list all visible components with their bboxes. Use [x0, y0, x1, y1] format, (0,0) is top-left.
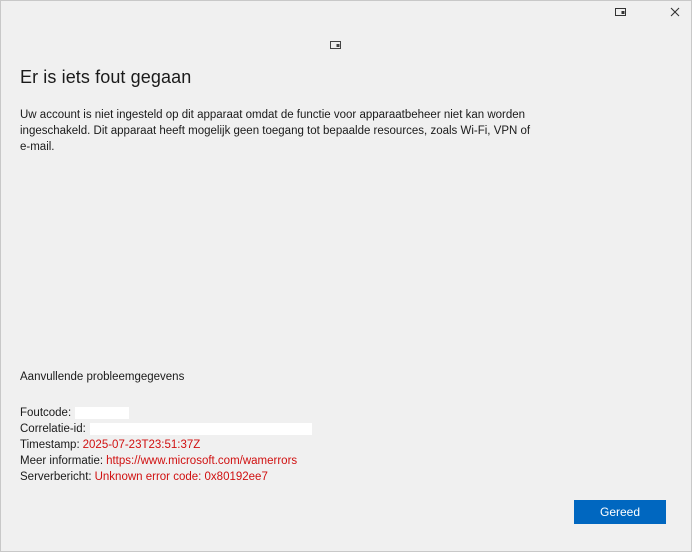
timestamp-row: Timestamp: 2025-07-23T23:51:37Z: [20, 437, 312, 453]
error-code-label: Foutcode:: [20, 407, 72, 419]
timestamp-value: 2025-07-23T23:51:37Z: [82, 439, 201, 451]
correlation-id-row: Correlatie-id:: [20, 421, 312, 437]
close-icon: [670, 7, 680, 17]
dialog-title: Er is iets fout gegaan: [20, 67, 192, 87]
correlation-id-label: Correlatie-id:: [20, 423, 86, 435]
cast-to-device-button[interactable]: [607, 3, 635, 21]
server-message-value: Unknown error code: 0x80192ee7: [94, 471, 268, 483]
server-message-row: Serverbericht: Unknown error code: 0x801…: [20, 469, 312, 485]
server-message-label: Serverbericht:: [20, 471, 92, 483]
cast-to-device-icon: [329, 39, 343, 51]
cast-to-device-icon: [615, 8, 626, 16]
error-message: Uw account is niet ingesteld op dit appa…: [20, 109, 531, 153]
error-code-row: Foutcode:: [20, 405, 312, 421]
additional-details-heading: Aanvullende probleemgegevens: [20, 371, 185, 383]
error-code-value: [75, 407, 130, 419]
more-info-link[interactable]: https://www.microsoft.com/wamerrors: [106, 453, 297, 469]
timestamp-label: Timestamp:: [20, 439, 80, 451]
more-info-row: Meer informatie: https://www.microsoft.c…: [20, 453, 312, 469]
error-dialog-window: Er is iets fout gegaan Uw account is nie…: [0, 0, 692, 552]
title-bar: [1, 1, 691, 25]
more-info-label: Meer informatie:: [20, 455, 104, 467]
done-button[interactable]: Gereed: [574, 500, 666, 524]
close-button[interactable]: [661, 3, 689, 21]
error-details: Foutcode: Correlatie-id: Timestamp: 2025…: [20, 405, 312, 485]
correlation-id-value: [89, 423, 312, 435]
